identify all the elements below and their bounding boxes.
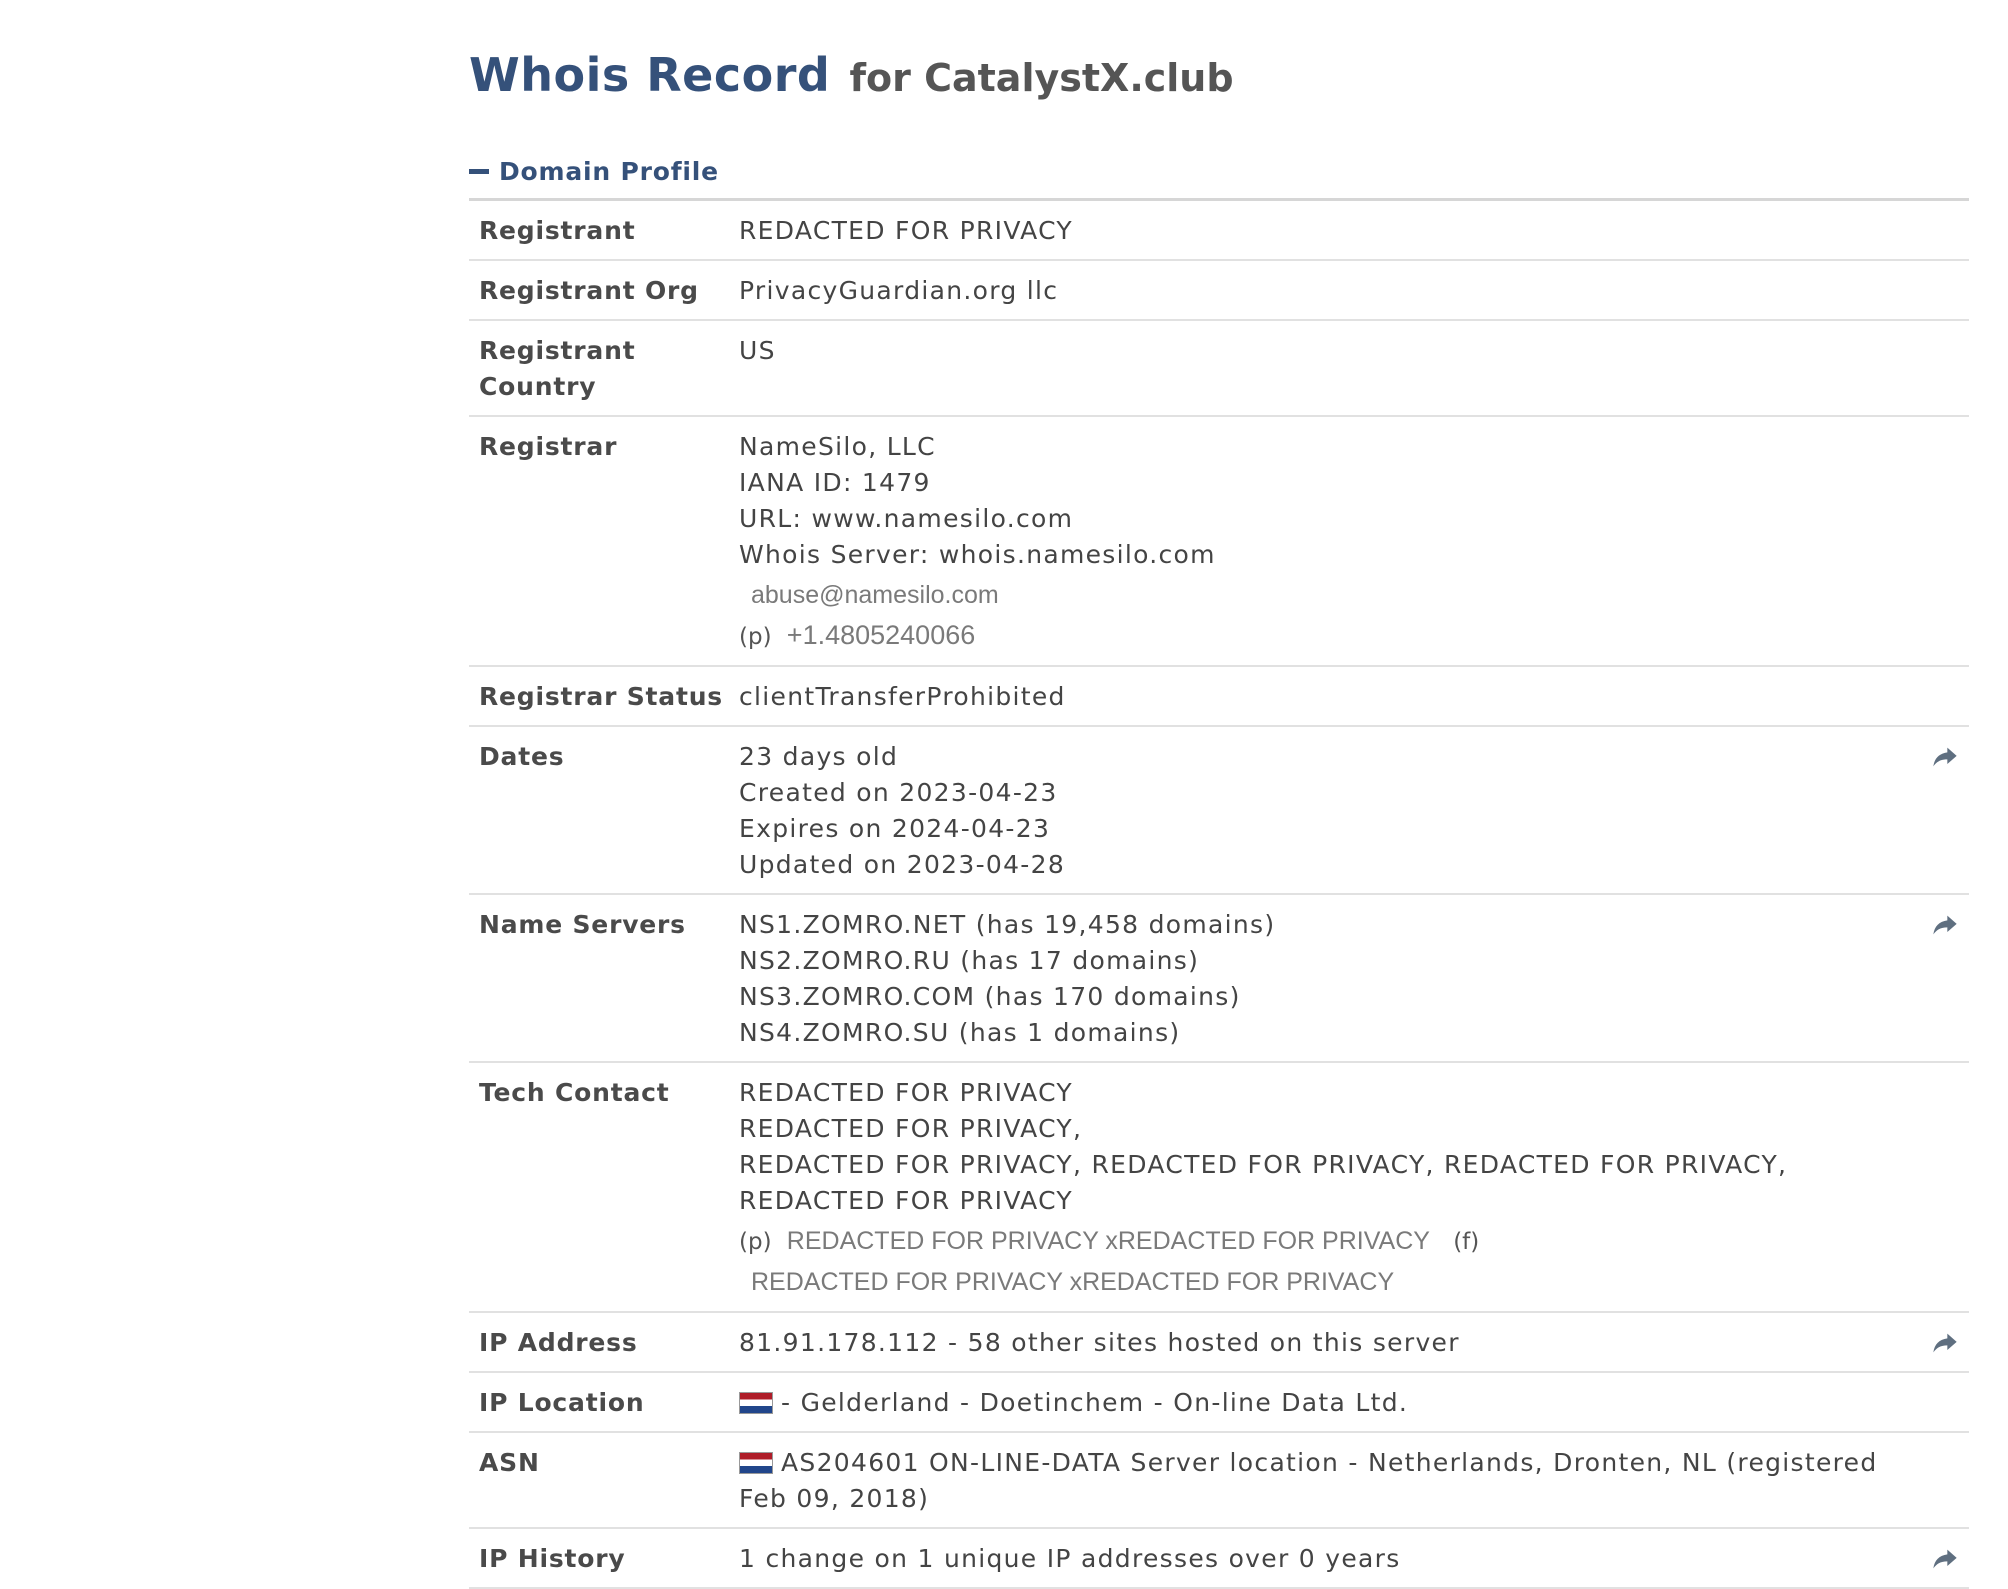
ip-location-text: - Gelderland - Doetinchem - On-line Data…: [781, 1388, 1409, 1417]
registrar-iana-id: IANA ID: 1479: [739, 468, 931, 497]
row-value: NameSilo, LLC IANA ID: 1479 URL: www.nam…: [739, 417, 1969, 665]
updated-date: Updated on 2023-04-28: [739, 850, 1066, 879]
registrar-email-line: abuse@namesilo.com: [739, 573, 1909, 615]
phone-prefix: (p): [739, 1229, 772, 1255]
page-title-main: Whois Record: [469, 48, 831, 102]
row-registrant-country: Registrant Country US: [469, 321, 1969, 417]
row-value: - Gelderland - Doetinchem - On-line Data…: [739, 1373, 1969, 1431]
netherlands-flag-icon: [739, 1392, 773, 1414]
tech-contact-phone-line: (p) REDACTED FOR PRIVACY xREDACTED FOR P…: [739, 1219, 1909, 1261]
registrar-phone-line: (p) +1.4805240066: [739, 615, 1909, 655]
domain-age: 23 days old: [739, 742, 899, 771]
row-tech-contact: Tech Contact REDACTED FOR PRIVACY REDACT…: [469, 1063, 1969, 1313]
share-arrow-icon[interactable]: [1931, 743, 1959, 771]
asn-text: AS204601 ON-LINE-DATA Server location - …: [739, 1448, 1878, 1513]
row-registrant-org: Registrant Org PrivacyGuardian.org llc: [469, 261, 1969, 321]
name-server-item: NS4.ZOMRO.SU (has 1 domains): [739, 1018, 1181, 1047]
minus-icon: [469, 168, 489, 174]
page-title: Whois Record for CatalystX.club: [469, 48, 1969, 108]
row-dates: Dates 23 days old Created on 2023-04-23 …: [469, 727, 1969, 895]
share-arrow-icon[interactable]: [1931, 911, 1959, 939]
row-ip-address: IP Address 81.91.178.112 - 58 other site…: [469, 1313, 1969, 1373]
row-label: Name Servers: [479, 910, 686, 939]
row-label: Registrant: [479, 216, 636, 245]
row-value: REDACTED FOR PRIVACY REDACTED FOR PRIVAC…: [739, 1063, 1969, 1311]
row-value: 81.91.178.112 - 58 other sites hosted on…: [739, 1328, 1460, 1357]
row-ip-history: IP History 1 change on 1 unique IP addre…: [469, 1529, 1969, 1589]
name-server-item: NS2.ZOMRO.RU (has 17 domains): [739, 946, 1200, 975]
row-registrant: Registrant REDACTED FOR PRIVACY: [469, 201, 1969, 261]
fax-prefix: (f): [1453, 1229, 1480, 1255]
domain-profile-label: Domain Profile: [499, 156, 719, 186]
tech-contact-phone-image: REDACTED FOR PRIVACY xREDACTED FOR PRIVA…: [786, 1227, 1430, 1255]
row-registrar-status: Registrar Status clientTransferProhibite…: [469, 667, 1969, 727]
row-value: NS1.ZOMRO.NET (has 19,458 domains) NS2.Z…: [739, 895, 1969, 1061]
row-label: Dates: [479, 742, 565, 771]
whois-page: Whois Record for CatalystX.club Domain P…: [469, 48, 1969, 1589]
domain-profile-table: Registrant REDACTED FOR PRIVACY Registra…: [469, 198, 1969, 1589]
row-ip-location: IP Location - Gelderland - Doetinchem - …: [469, 1373, 1969, 1433]
row-asn: ASN AS204601 ON-LINE-DATA Server locatio…: [469, 1433, 1969, 1529]
tech-contact-org: REDACTED FOR PRIVACY,: [739, 1114, 1083, 1143]
row-value: AS204601 ON-LINE-DATA Server location - …: [739, 1433, 1969, 1527]
row-label: IP History: [479, 1544, 626, 1573]
tech-contact-name: REDACTED FOR PRIVACY: [739, 1078, 1074, 1107]
row-value: clientTransferProhibited: [739, 682, 1066, 711]
row-value: REDACTED FOR PRIVACY: [739, 216, 1074, 245]
tech-contact-fax-image: REDACTED FOR PRIVACY xREDACTED FOR PRIVA…: [751, 1268, 1395, 1296]
row-value: 23 days old Created on 2023-04-23 Expire…: [739, 727, 1969, 893]
name-server-item: NS1.ZOMRO.NET (has 19,458 domains): [739, 910, 1276, 939]
row-label: Registrant Country: [479, 336, 636, 401]
netherlands-flag-icon: [739, 1452, 773, 1474]
registrar-name: NameSilo, LLC: [739, 432, 936, 461]
row-registrar: Registrar NameSilo, LLC IANA ID: 1479 UR…: [469, 417, 1969, 667]
row-label: IP Location: [479, 1388, 645, 1417]
share-arrow-icon[interactable]: [1931, 1329, 1959, 1357]
row-value: 1 change on 1 unique IP addresses over 0…: [739, 1544, 1401, 1573]
row-name-servers: Name Servers NS1.ZOMRO.NET (has 19,458 d…: [469, 895, 1969, 1063]
tech-contact-address: REDACTED FOR PRIVACY, REDACTED FOR PRIVA…: [739, 1150, 1788, 1215]
row-label: ASN: [479, 1448, 540, 1477]
row-label: IP Address: [479, 1328, 638, 1357]
registrar-whois-server: Whois Server: whois.namesilo.com: [739, 540, 1216, 569]
expires-date: Expires on 2024-04-23: [739, 814, 1051, 843]
page-title-domain: for CatalystX.club: [849, 56, 1234, 100]
created-date: Created on 2023-04-23: [739, 778, 1058, 807]
row-label: Tech Contact: [479, 1078, 670, 1107]
registrar-phone-image: +1.4805240066: [786, 620, 976, 650]
registrar-email-image: abuse@namesilo.com: [751, 581, 999, 609]
domain-profile-toggle[interactable]: Domain Profile: [469, 156, 1969, 186]
row-label: Registrar Status: [479, 682, 723, 711]
phone-prefix: (p): [739, 624, 772, 650]
row-label: Registrar: [479, 432, 618, 461]
name-server-item: NS3.ZOMRO.COM (has 170 domains): [739, 982, 1241, 1011]
row-label: Registrant Org: [479, 276, 699, 305]
row-value: PrivacyGuardian.org llc: [739, 276, 1059, 305]
registrar-url: URL: www.namesilo.com: [739, 504, 1074, 533]
share-arrow-icon[interactable]: [1931, 1545, 1959, 1573]
row-value: US: [739, 336, 776, 365]
tech-contact-fax-line: REDACTED FOR PRIVACY xREDACTED FOR PRIVA…: [739, 1261, 1909, 1301]
